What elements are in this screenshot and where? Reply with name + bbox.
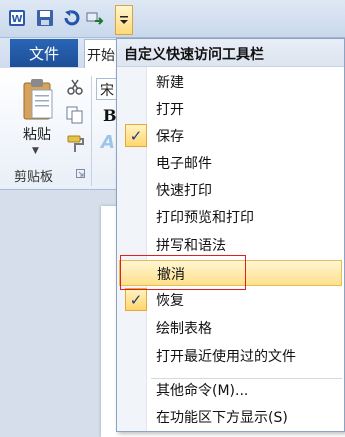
menu-item-open[interactable]: 打开 [119, 96, 342, 122]
menu-item-label: 打开 [156, 102, 184, 118]
menu-item-undo[interactable]: 撤消 [119, 260, 342, 286]
menu-item-label: 打印预览和打印 [156, 210, 254, 226]
check-icon [125, 205, 147, 228]
check-icon [125, 70, 147, 93]
menu-item-label: 在功能区下方显示(S) [156, 410, 288, 426]
menu-item-label: 其他命令(M)... [156, 383, 249, 399]
check-icon [125, 233, 147, 256]
menu-item-label: 快速打印 [156, 183, 212, 199]
chevron-down-icon[interactable]: ▼ [32, 146, 39, 156]
check-icon [125, 178, 147, 201]
menu-item-open-recent[interactable]: 打开最近使用过的文件 [119, 343, 342, 369]
check-icon [125, 151, 147, 174]
bold-button[interactable]: B [103, 106, 117, 125]
redo-icon[interactable] [86, 9, 104, 27]
format-painter-icon[interactable] [66, 134, 86, 154]
menu-item-label: 电子邮件 [156, 156, 212, 172]
tab-file[interactable]: 文件 [10, 39, 78, 67]
save-icon[interactable] [36, 9, 54, 27]
menu-item-label: 打开最近使用过的文件 [156, 349, 296, 365]
menu-item-label: 拼写和语法 [156, 238, 226, 254]
chevron-down-icon [120, 16, 128, 24]
scissors-icon[interactable] [66, 78, 84, 96]
text-effects-button[interactable]: A [101, 132, 115, 153]
menu-item-spelling[interactable]: 拼写和语法 [119, 232, 342, 258]
group-label-clipboard: 剪贴板 [14, 170, 54, 185]
customize-qat-menu: 自定义快速访问工具栏 新建 打开 ✓ 保存 电子邮件 快速打印 打印预览和打印 … [116, 38, 345, 432]
check-icon [126, 262, 148, 285]
menu-item-quick-print[interactable]: 快速打印 [119, 177, 342, 203]
menu-item-label: 保存 [156, 129, 184, 145]
menu-item-draw-table[interactable]: 绘制表格 [119, 315, 342, 341]
menu-item-show-below-ribbon[interactable]: 在功能区下方显示(S) [119, 404, 342, 430]
check-icon: ✓ [125, 124, 147, 147]
menu-item-more-commands[interactable]: 其他命令(M)... [119, 377, 342, 403]
customize-qat-button[interactable] [115, 5, 133, 35]
menu-item-new[interactable]: 新建 [119, 69, 342, 95]
group-divider [91, 76, 92, 186]
dialog-launcher-icon[interactable] [76, 169, 85, 178]
svg-text:W: W [11, 14, 22, 25]
check-icon [125, 344, 147, 367]
menu-item-label: 恢复 [156, 293, 184, 309]
menu-item-redo[interactable]: ✓ 恢复 [119, 287, 342, 313]
menu-item-label: 绘制表格 [156, 321, 212, 337]
paste-label: 粘贴 [23, 127, 51, 143]
paste-button[interactable]: 粘贴 ▼ [14, 74, 60, 166]
menu-item-label: 撤消 [157, 267, 185, 283]
menu-item-save[interactable]: ✓ 保存 [119, 123, 342, 149]
quick-access-toolbar: W [0, 0, 345, 38]
menu-item-print-preview[interactable]: 打印预览和打印 [119, 204, 342, 230]
clipboard-icon [23, 79, 53, 120]
menu-item-email[interactable]: 电子邮件 [119, 150, 342, 176]
copy-icon[interactable] [66, 106, 84, 124]
menu-item-label: 新建 [156, 75, 184, 91]
menu-title: 自定义快速访问工具栏 [117, 39, 344, 67]
word-app-icon[interactable]: W [8, 9, 26, 27]
check-icon [125, 97, 147, 120]
check-icon: ✓ [125, 288, 147, 311]
check-icon [125, 316, 147, 339]
undo-icon[interactable] [62, 9, 80, 27]
